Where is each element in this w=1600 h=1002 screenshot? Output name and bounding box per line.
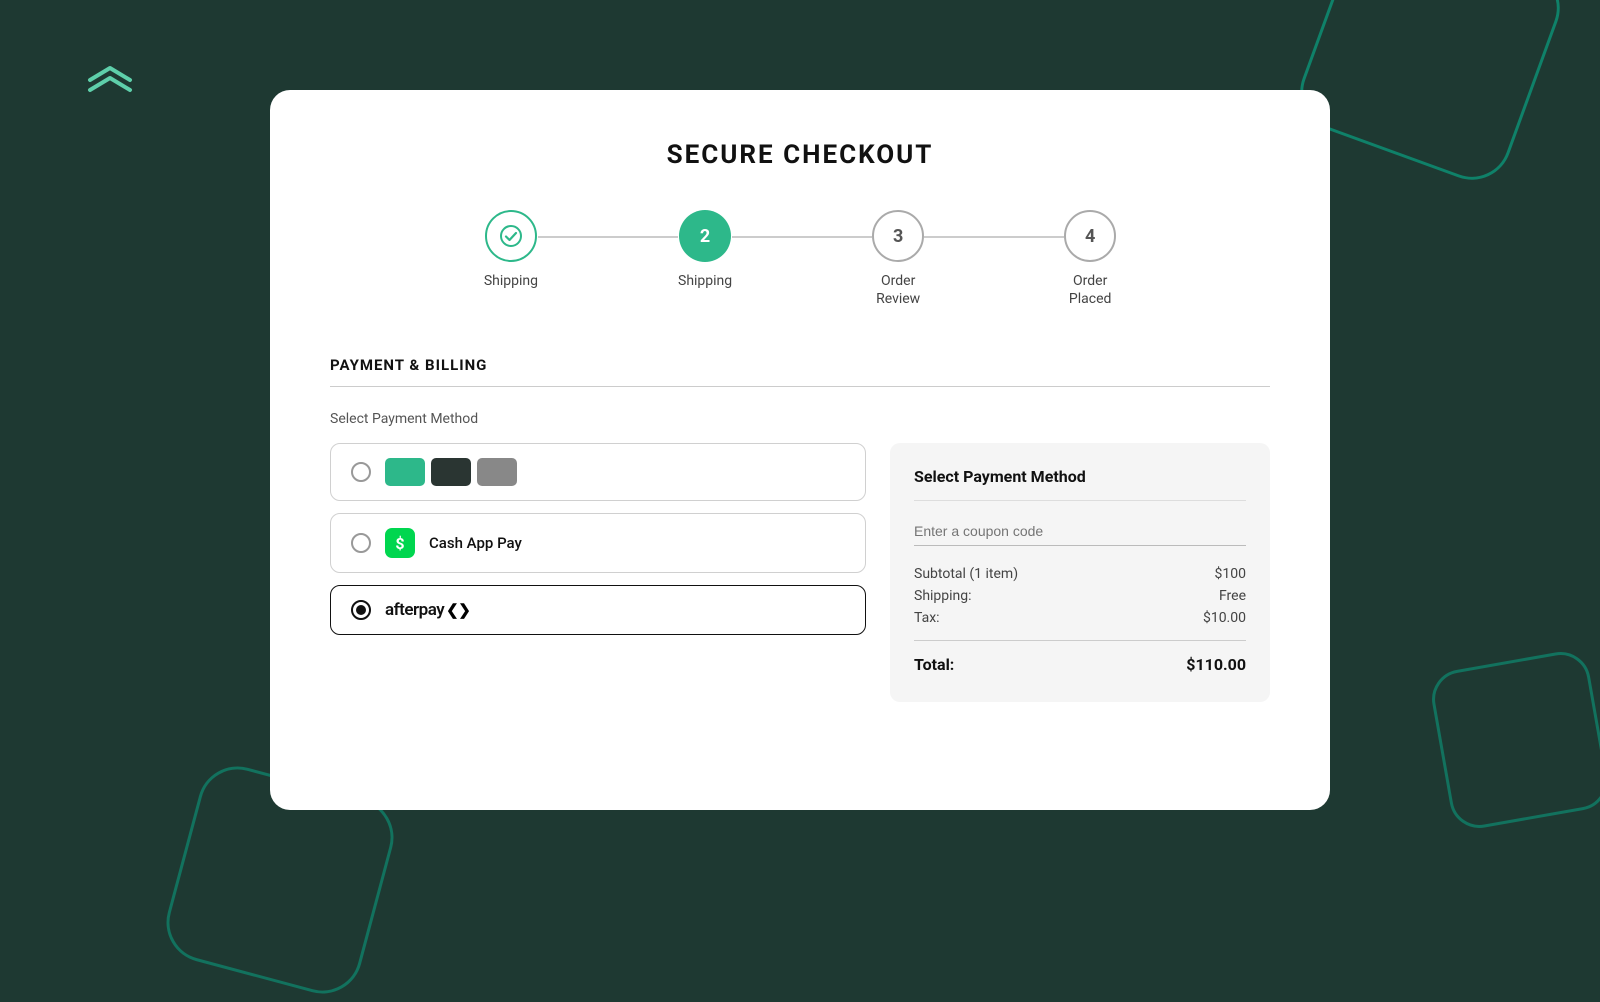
total-divider bbox=[914, 640, 1246, 641]
tax-line: Tax: $10.00 bbox=[914, 610, 1246, 626]
bg-decoration-bottom-right bbox=[1427, 647, 1600, 832]
checkout-card: SECURE CHECKOUT Shipping 2 Shipping 3 Or… bbox=[270, 90, 1330, 810]
card-icon-teal bbox=[385, 458, 425, 486]
coupon-input[interactable] bbox=[914, 517, 1246, 546]
afterpay-arrow-icon: ❮❯ bbox=[446, 601, 470, 619]
select-payment-label: Select Payment Method bbox=[330, 411, 1270, 427]
total-label: Total: bbox=[914, 655, 954, 674]
total-line: Total: $110.00 bbox=[914, 655, 1246, 674]
subtotal-label: Subtotal (1 item) bbox=[914, 566, 1018, 582]
shipping-value: Free bbox=[1219, 588, 1246, 604]
content-row: $ Cash App Pay afterpay❮❯ Select Payment… bbox=[330, 443, 1270, 702]
payment-option-cashapp[interactable]: $ Cash App Pay bbox=[330, 513, 866, 573]
total-value: $110.00 bbox=[1186, 655, 1246, 674]
cash-app-icon: $ bbox=[385, 528, 415, 558]
order-summary: Select Payment Method Subtotal (1 item) … bbox=[890, 443, 1270, 702]
payment-options: $ Cash App Pay afterpay❮❯ bbox=[330, 443, 866, 702]
bg-decoration-top-right bbox=[1289, 0, 1571, 191]
step-2: 2 Shipping bbox=[678, 210, 732, 290]
step-connector-2 bbox=[732, 236, 872, 238]
step-connector-3 bbox=[924, 236, 1064, 238]
step-3-circle: 3 bbox=[872, 210, 924, 262]
subtotal-line: Subtotal (1 item) $100 bbox=[914, 566, 1246, 582]
radio-card[interactable] bbox=[351, 462, 371, 482]
logo-icon bbox=[80, 60, 140, 114]
payment-option-afterpay[interactable]: afterpay❮❯ bbox=[330, 585, 866, 635]
shipping-label: Shipping: bbox=[914, 588, 972, 604]
card-icon-dark bbox=[431, 458, 471, 486]
card-icons bbox=[385, 458, 517, 486]
step-3-label: OrderReview bbox=[876, 272, 920, 308]
shipping-line: Shipping: Free bbox=[914, 588, 1246, 604]
afterpay-text: afterpay bbox=[385, 600, 444, 620]
afterpay-logo: afterpay❮❯ bbox=[385, 600, 470, 620]
order-summary-divider bbox=[914, 500, 1246, 501]
tax-label: Tax: bbox=[914, 610, 940, 626]
step-4-circle: 4 bbox=[1064, 210, 1116, 262]
step-1-circle bbox=[485, 210, 537, 262]
step-1-label: Shipping bbox=[484, 272, 538, 290]
page-title: SECURE CHECKOUT bbox=[330, 140, 1270, 170]
step-2-label: Shipping bbox=[678, 272, 732, 290]
tax-value: $10.00 bbox=[1203, 610, 1246, 626]
payment-billing-section: PAYMENT & BILLING Select Payment Method bbox=[330, 356, 1270, 702]
radio-afterpay[interactable] bbox=[351, 600, 371, 620]
card-icon-gray bbox=[477, 458, 517, 486]
step-4-label: OrderPlaced bbox=[1069, 272, 1112, 308]
subtotal-value: $100 bbox=[1215, 566, 1246, 582]
step-1: Shipping bbox=[484, 210, 538, 290]
step-4: 4 OrderPlaced bbox=[1064, 210, 1116, 308]
radio-cashapp[interactable] bbox=[351, 533, 371, 553]
stepper: Shipping 2 Shipping 3 OrderReview 4 Orde… bbox=[330, 210, 1270, 308]
step-3: 3 OrderReview bbox=[872, 210, 924, 308]
step-connector-1 bbox=[538, 236, 678, 238]
payment-option-card[interactable] bbox=[330, 443, 866, 501]
section-title: PAYMENT & BILLING bbox=[330, 356, 1270, 374]
order-summary-title: Select Payment Method bbox=[914, 467, 1246, 486]
step-2-circle: 2 bbox=[679, 210, 731, 262]
cash-app-label: Cash App Pay bbox=[429, 534, 522, 552]
section-divider bbox=[330, 386, 1270, 387]
